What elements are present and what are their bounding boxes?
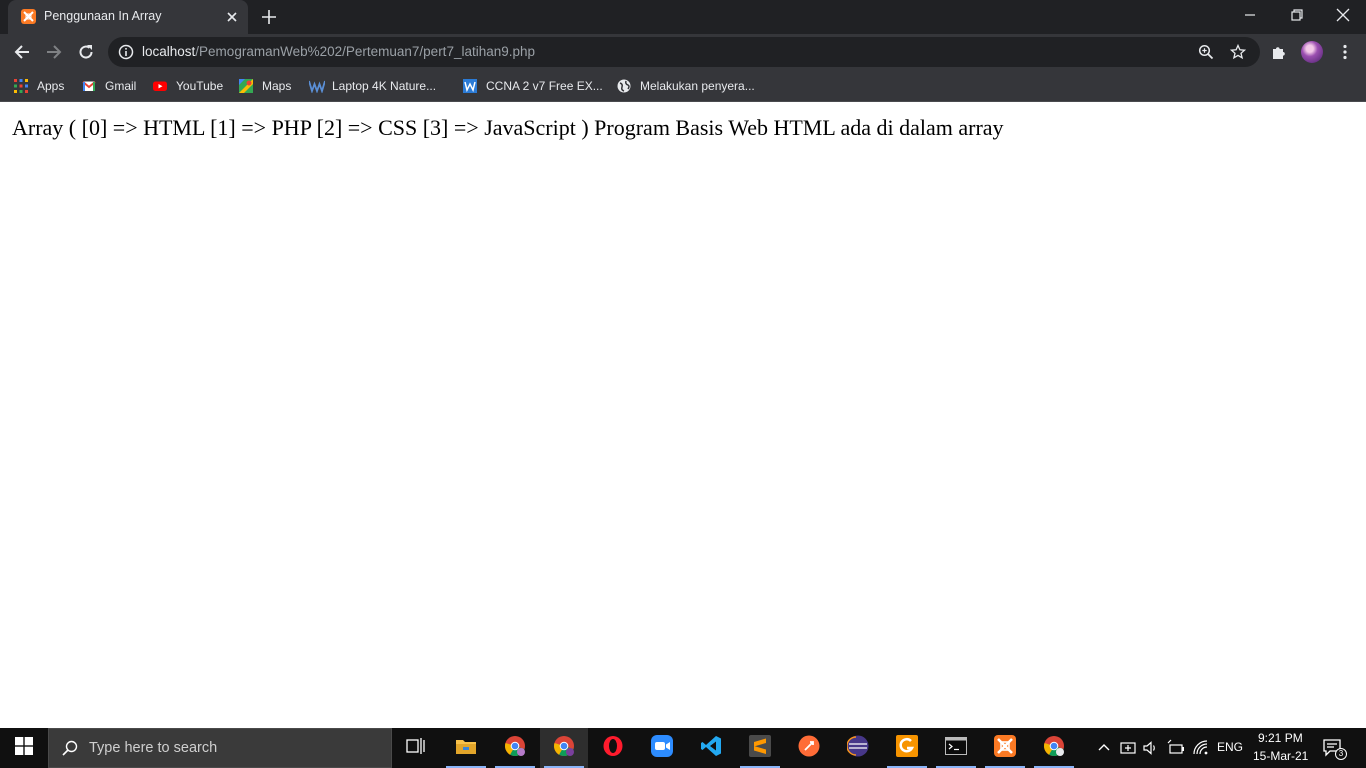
taskbar-git-extensions[interactable] — [883, 728, 931, 768]
opera-icon — [602, 735, 624, 762]
vscode-icon — [700, 735, 722, 762]
bookmark-laptop-4k[interactable]: Laptop 4K Nature... — [308, 77, 437, 95]
chrome-icon — [553, 735, 575, 762]
restore-icon[interactable] — [1287, 5, 1307, 25]
extensions-puzzle-icon[interactable] — [1270, 43, 1288, 61]
xampp-icon — [994, 734, 1016, 762]
bookmark-label: Melakukan penyera... — [640, 79, 755, 93]
youtube-icon — [153, 79, 167, 93]
browser-tab[interactable]: Penggunaan In Array — [8, 0, 248, 34]
zoom-icon[interactable] — [1198, 44, 1214, 60]
bookmark-youtube[interactable]: YouTube — [153, 77, 223, 95]
apps-grid-icon — [14, 79, 28, 93]
xampp-icon — [21, 9, 36, 24]
forward-arrow-icon[interactable] — [44, 42, 64, 62]
tab-title: Penggunaan In Array — [44, 9, 162, 23]
gmail-icon — [82, 79, 96, 93]
taskbar-zoom[interactable] — [638, 728, 686, 768]
taskbar-chrome-alt[interactable] — [1030, 728, 1078, 768]
new-tab-icon[interactable] — [260, 8, 278, 26]
clock-date[interactable]: 15-Mar-21 — [1253, 749, 1308, 763]
bookmark-apps[interactable]: Apps — [14, 77, 64, 95]
wallpaper-site-icon — [308, 79, 326, 94]
taskbar-chrome[interactable] — [491, 728, 539, 768]
taskbar-vscode[interactable] — [687, 728, 735, 768]
wifi-icon[interactable] — [1192, 739, 1210, 757]
bookmark-label: Maps — [262, 79, 292, 93]
minimize-icon[interactable] — [1240, 5, 1260, 25]
more-menu-icon[interactable] — [1336, 43, 1354, 61]
bookmark-label: Laptop 4K Nature... — [332, 79, 437, 93]
taskbar-search-box[interactable]: Type here to search — [48, 728, 392, 768]
task-view-button[interactable] — [392, 728, 440, 768]
taskbar-sublime-text[interactable] — [736, 728, 784, 768]
bookmark-ccna[interactable]: CCNA 2 v7 Free EX... — [463, 77, 603, 95]
taskbar-xampp[interactable] — [981, 728, 1029, 768]
search-icon — [61, 739, 79, 757]
taskbar-file-explorer[interactable] — [442, 728, 490, 768]
url-path: /PemogramanWeb%202/Pertemuan7/pert7_lati… — [195, 44, 536, 59]
taskbar-postman[interactable] — [785, 728, 833, 768]
bookmark-label: Apps — [37, 79, 65, 93]
bookmark-gmail[interactable]: Gmail — [82, 77, 136, 95]
reload-icon[interactable] — [76, 42, 96, 62]
zoom-app-icon — [651, 734, 673, 762]
browser-tab-strip: Penggunaan In Array — [0, 0, 1366, 34]
bookmark-maps[interactable]: Maps — [239, 77, 291, 95]
eclipse-icon — [846, 735, 869, 762]
notification-count-badge: 3 — [1335, 748, 1347, 760]
page-content: Array ( [0] => HTML [1] => PHP [2] => CS… — [0, 103, 1366, 728]
browser-toolbar: localhost/PemogramanWeb%202/Pertemuan7/p… — [0, 34, 1366, 70]
maps-icon — [239, 79, 253, 93]
url-text: localhost/PemogramanWeb%202/Pertemuan7/p… — [142, 44, 535, 59]
close-window-icon[interactable] — [1333, 5, 1353, 25]
search-placeholder: Type here to search — [89, 740, 218, 756]
taskbar-chrome-profile[interactable] — [540, 728, 588, 768]
postman-icon — [798, 735, 820, 762]
url-host: localhost — [142, 44, 196, 59]
windows-logo-icon — [15, 736, 33, 760]
bookmark-label: Gmail — [105, 79, 137, 93]
taskbar-terminal[interactable] — [932, 728, 980, 768]
profile-avatar[interactable] — [1301, 41, 1323, 63]
battery-icon[interactable] — [1167, 739, 1185, 757]
git-extensions-icon — [896, 734, 918, 762]
chevron-up-icon[interactable] — [1095, 739, 1113, 757]
address-bar[interactable]: localhost/PemogramanWeb%202/Pertemuan7/p… — [108, 37, 1260, 67]
taskbar-opera[interactable] — [589, 728, 637, 768]
folder-icon — [455, 737, 477, 760]
globe-icon — [617, 79, 631, 93]
task-view-icon — [406, 737, 426, 760]
windows-taskbar: Type here to search ENG 9:21 PM 15-Mar-2… — [0, 728, 1366, 768]
start-button[interactable] — [0, 728, 48, 768]
bookmark-label: YouTube — [176, 79, 224, 93]
language-indicator[interactable]: ENG — [1217, 740, 1243, 754]
chrome-icon — [504, 735, 526, 762]
site-info-icon[interactable] — [118, 44, 134, 60]
close-tab-icon[interactable] — [224, 9, 240, 25]
clock-time[interactable]: 9:21 PM — [1258, 731, 1303, 745]
w-site-icon — [463, 79, 477, 93]
device-icon[interactable] — [1119, 739, 1137, 757]
bookmark-star-icon[interactable] — [1229, 43, 1247, 60]
bookmarks-bar: Apps Gmail YouTube Maps Laptop 4K Nature… — [0, 70, 1366, 102]
back-arrow-icon[interactable] — [12, 42, 32, 62]
php-output-text: Array ( [0] => HTML [1] => PHP [2] => CS… — [12, 115, 1004, 140]
terminal-icon — [945, 736, 967, 760]
chrome-icon — [1043, 735, 1065, 762]
bookmark-label: CCNA 2 v7 Free EX... — [486, 79, 603, 93]
sublime-text-icon — [749, 734, 771, 762]
bookmark-melakukan[interactable]: Melakukan penyera... — [617, 77, 755, 95]
volume-icon[interactable] — [1142, 739, 1160, 757]
taskbar-eclipse[interactable] — [834, 728, 882, 768]
